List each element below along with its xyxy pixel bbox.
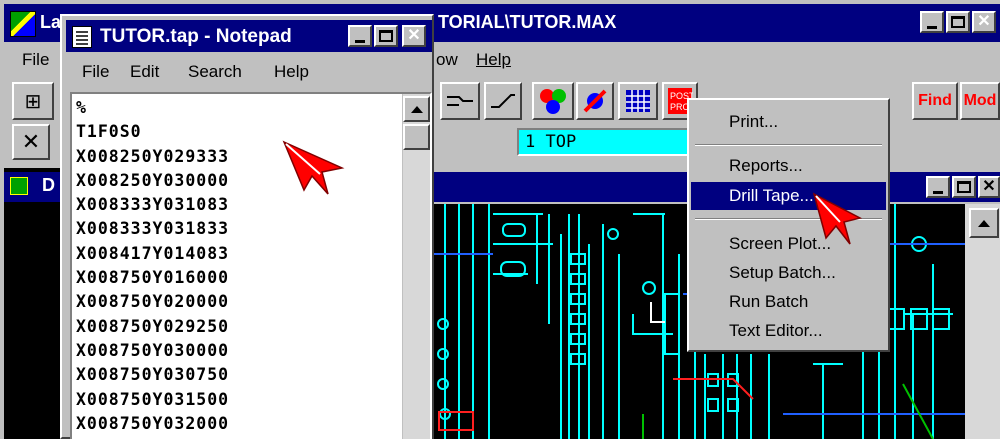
color-palette-icon — [540, 89, 566, 114]
app-menu-file[interactable]: File — [22, 50, 49, 70]
grid-icon — [626, 90, 650, 112]
maximize-icon — [379, 30, 393, 42]
minimize-icon — [927, 25, 937, 29]
notepad-minimize-button[interactable] — [348, 25, 372, 47]
text-line: X008750Y031500 — [76, 389, 230, 409]
notepad-lines-graphic — [76, 31, 88, 45]
notepad-window: TUTOR.tap - Notepad ✕ File Edit Search H… — [60, 14, 434, 439]
underlying-window-title-bar: D — [4, 172, 64, 202]
cancel-color-icon — [583, 89, 607, 113]
route-icon — [447, 96, 473, 106]
design-close-button[interactable]: ✕ — [978, 176, 1000, 198]
design-maximize-button[interactable] — [952, 176, 976, 198]
app-menu-help[interactable]: Help — [476, 50, 511, 70]
notepad-scroll-up-button[interactable] — [403, 96, 430, 122]
text-line: X008417Y014083 — [76, 243, 230, 263]
underlying-window-title: D — [42, 175, 55, 195]
text-line: X008750Y020000 — [76, 292, 230, 312]
library-tool-button[interactable]: ⊞ — [12, 82, 54, 120]
pointer-arrow-icon — [282, 140, 345, 195]
arrow-up-icon — [410, 105, 423, 113]
text-line: % — [76, 98, 87, 117]
app-menu-window[interactable]: ow — [436, 50, 458, 70]
window-icon — [10, 177, 28, 195]
notepad-icon[interactable] — [72, 26, 92, 48]
close-icon: ✕ — [407, 27, 421, 44]
notepad-close-button[interactable]: ✕ — [402, 25, 426, 47]
no-color-tool-button[interactable] — [576, 82, 614, 120]
text-line: X008250Y029333 — [76, 146, 230, 166]
notepad-menu-file[interactable]: File — [82, 62, 109, 82]
close-icon: ✕ — [982, 178, 996, 195]
menu-item-reports[interactable]: Reports... — [691, 152, 886, 180]
grid-tool-button[interactable] — [618, 82, 658, 120]
color-tool-button[interactable] — [532, 82, 574, 120]
underlying-window-canvas — [4, 168, 64, 439]
notepad-vertical-scrollbar[interactable] — [402, 94, 430, 439]
diagonal-tool-button[interactable] — [484, 82, 522, 120]
maximize-icon — [951, 16, 965, 28]
app-title-text: TORIAL\TUTOR.MAX — [438, 12, 617, 32]
notepad-menu-search[interactable]: Search — [188, 62, 242, 82]
close-icon: ✕ — [21, 129, 41, 154]
text-line: X008250Y030000 — [76, 170, 230, 190]
drill-tape-content: % T1F0S0 X008250Y029333 X008250Y030000 X… — [76, 96, 229, 436]
design-scroll-up-button[interactable] — [969, 208, 999, 238]
find-button[interactable]: Find — [912, 82, 958, 120]
notepad-menu-help[interactable]: Help — [274, 62, 309, 82]
app-minimize-button[interactable] — [920, 11, 944, 33]
menu-item-print[interactable]: Print... — [691, 108, 886, 136]
find-button-label: Find — [918, 92, 952, 109]
notepad-scroll-thumb[interactable] — [403, 124, 430, 150]
text-line: X008750Y016000 — [76, 268, 230, 288]
app-maximize-button[interactable] — [946, 11, 970, 33]
text-line: X008333Y031083 — [76, 195, 230, 215]
mod-button[interactable]: Mod — [960, 82, 1000, 120]
design-minimize-button[interactable] — [926, 176, 950, 198]
text-line: X008750Y030750 — [76, 365, 230, 385]
notepad-title-bar: TUTOR.tap - Notepad ✕ — [66, 20, 432, 52]
text-line: X008750Y030000 — [76, 340, 230, 360]
layer-select-field[interactable]: 1 TOP — [517, 128, 699, 156]
arrow-up-icon — [978, 219, 990, 227]
library-icon: ⊞ — [24, 90, 42, 113]
text-line: X008750Y029250 — [76, 316, 230, 336]
maximize-icon — [957, 181, 971, 193]
notepad-title: TUTOR.tap - Notepad — [100, 26, 292, 47]
text-line: X008333Y031833 — [76, 219, 230, 239]
notepad-text-area[interactable]: % T1F0S0 X008250Y029333 X008250Y030000 X… — [70, 92, 432, 439]
minimize-icon — [355, 39, 365, 43]
notepad-menu-bar: File Edit Search Help — [66, 56, 432, 88]
diagonal-route-icon — [491, 94, 515, 108]
menu-item-run-batch[interactable]: Run Batch — [691, 288, 886, 316]
app-title-text-left: La — [40, 12, 62, 32]
text-line: T1F0S0 — [76, 122, 142, 142]
route-tool-button[interactable] — [440, 82, 480, 120]
minimize-icon — [933, 190, 943, 194]
app-close-button[interactable]: ✕ — [972, 11, 996, 33]
cancel-command-button[interactable]: ✕ — [12, 124, 50, 160]
menu-separator — [695, 144, 882, 146]
mod-button-label: Mod — [963, 92, 997, 109]
pointer-arrow-icon — [812, 192, 863, 245]
app-logo-icon[interactable] — [10, 11, 36, 37]
text-line: X008750Y032000 — [76, 413, 230, 433]
close-icon: ✕ — [977, 13, 991, 30]
menu-item-text-editor[interactable]: Text Editor... — [691, 317, 886, 345]
notepad-menu-edit[interactable]: Edit — [130, 62, 159, 82]
design-vertical-scrollbar[interactable] — [965, 204, 1000, 439]
menu-item-setup-batch[interactable]: Setup Batch... — [691, 259, 886, 287]
notepad-maximize-button[interactable] — [374, 25, 398, 47]
